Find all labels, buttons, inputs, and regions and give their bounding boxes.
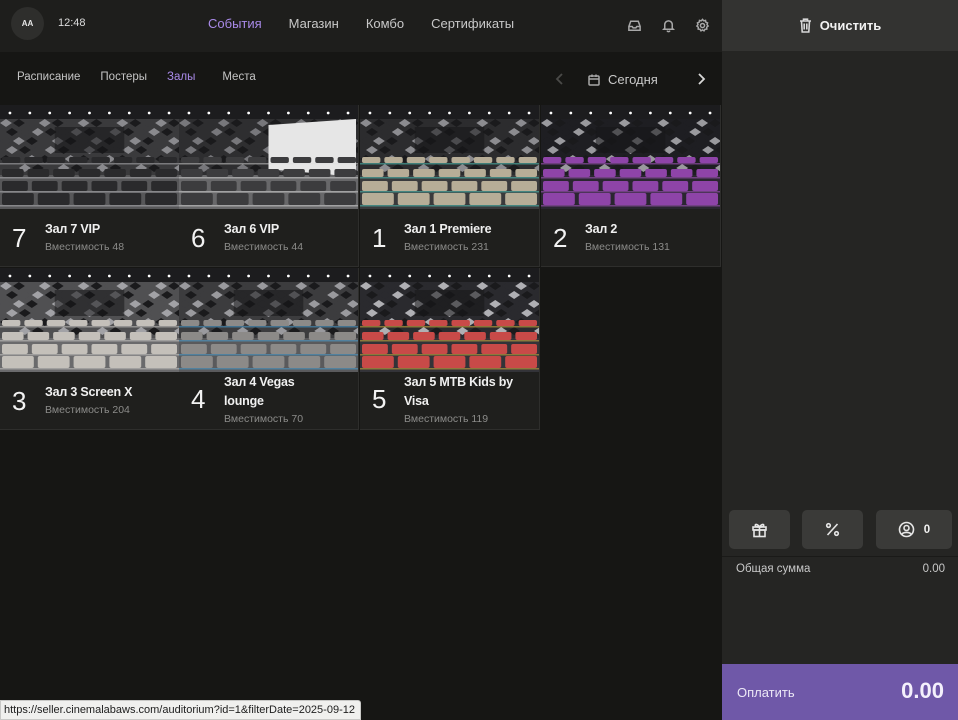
inbox-icon[interactable] [626, 17, 642, 33]
hall-name-line: Зал 5 MTB Kids by [404, 375, 513, 389]
hall-card[interactable]: 1 Зал 1 Premiere Вместимость 231 [360, 105, 540, 267]
hall-card[interactable]: 5 Зал 5 MTB Kids by Visa Вместимость 119 [360, 268, 540, 430]
customer-button[interactable]: 0 [876, 510, 952, 549]
pay-button[interactable]: Оплатить 0.00 [722, 664, 958, 720]
hall-card[interactable]: 4 Зал 4 Vegas lounge Вместимость 70 [179, 268, 359, 430]
nav-item-combo[interactable]: Комбо [366, 16, 404, 31]
pay-amount: 0.00 [901, 678, 944, 703]
tab-schedule[interactable]: Расписание [17, 71, 80, 83]
hall-photo [179, 268, 358, 372]
gift-certificate-button[interactable] [729, 510, 790, 549]
nav-item-certificates[interactable]: Сертификаты [431, 16, 514, 31]
hall-name: Зал 3 Screen X [45, 385, 133, 399]
hall-name: Зал 4 Vegas lounge [224, 373, 295, 411]
gear-icon[interactable] [694, 17, 710, 33]
hall-name: Зал 2 [585, 222, 618, 236]
hall-capacity: Вместимость 231 [404, 241, 489, 253]
total-value: 0.00 [922, 563, 945, 575]
hall-name: Зал 7 VIP [45, 222, 100, 236]
avatar[interactable]: AA [11, 7, 44, 40]
discount-button[interactable] [802, 510, 863, 549]
hall-number: 3 [12, 386, 27, 416]
hall-photo [360, 268, 539, 372]
date-picker[interactable]: Сегодня [588, 72, 658, 87]
user-circle-icon [898, 521, 915, 538]
hall-name: Зал 5 MTB Kids by Visa [404, 373, 513, 411]
pay-label: Оплатить [737, 685, 795, 700]
nav-item-shop[interactable]: Магазин [289, 16, 339, 31]
total-label: Общая сумма [736, 563, 811, 575]
hall-capacity: Вместимость 44 [224, 241, 304, 253]
clear-cart-button[interactable]: Очистить [722, 0, 958, 51]
hall-capacity: Вместимость 131 [585, 241, 670, 253]
previous-day-button[interactable] [554, 72, 568, 88]
tab-seats[interactable]: Места [222, 71, 255, 83]
nav-item-events[interactable]: События [208, 16, 262, 31]
date-label: Сегодня [608, 72, 658, 87]
bell-icon[interactable] [660, 17, 676, 33]
tab-posters[interactable]: Постеры [100, 71, 147, 83]
hall-card[interactable]: 2 Зал 2 Вместимость 131 [541, 105, 721, 267]
chevron-left-icon [555, 73, 563, 85]
customer-count: 0 [923, 523, 931, 536]
hall-photo [0, 105, 179, 209]
hall-number: 7 [12, 223, 27, 253]
hall-capacity: Вместимость 204 [45, 404, 130, 416]
hall-number: 2 [553, 223, 568, 253]
trash-icon [799, 18, 811, 33]
hall-photo [541, 105, 720, 209]
hall-name: Зал 6 VIP [224, 222, 279, 236]
next-day-button[interactable] [695, 72, 709, 88]
percent-icon [825, 522, 840, 537]
hall-name-line: Visa [404, 394, 429, 408]
hall-number: 1 [372, 223, 387, 253]
hall-card[interactable]: 6 Зал 6 VIP Вместимость 44 [179, 105, 359, 267]
hall-capacity: Вместимость 119 [404, 413, 489, 425]
hall-card[interactable]: 3 Зал 3 Screen X Вместимость 204 [0, 268, 180, 430]
hall-photo [360, 105, 539, 209]
hall-number: 4 [191, 384, 206, 414]
clear-cart-label: Очистить [819, 18, 882, 33]
calendar-icon [588, 74, 600, 86]
clock: 12:48 [58, 17, 86, 29]
hall-capacity: Вместимость 48 [45, 241, 125, 253]
hall-number: 5 [372, 384, 387, 414]
status-bar-url: https://seller.cinemalabaws.com/auditori… [0, 700, 361, 720]
hall-capacity: Вместимость 70 [224, 413, 304, 425]
hall-number: 6 [191, 223, 206, 253]
divider [722, 556, 958, 557]
hall-photo [0, 268, 179, 372]
hall-name-line: Зал 4 Vegas [224, 375, 295, 389]
hall-card[interactable]: 7 Зал 7 VIP Вместимость 48 [0, 105, 180, 267]
chevron-right-icon [698, 73, 706, 85]
top-bar: AA 12:48 События Магазин Комбо Сертифика… [0, 0, 722, 52]
hall-photo [179, 105, 358, 209]
hall-name-line: lounge [224, 394, 264, 408]
sub-nav: Расписание Постеры Залы Места [17, 71, 256, 83]
cart-panel: Очистить 0 Общая сумма 0.00 Оплатить 0.0… [722, 0, 958, 720]
hall-name: Зал 1 Premiere [404, 222, 492, 236]
tab-halls[interactable]: Залы [167, 71, 195, 83]
main-nav: События Магазин Комбо Сертификаты [208, 16, 541, 31]
gift-icon [752, 523, 767, 538]
